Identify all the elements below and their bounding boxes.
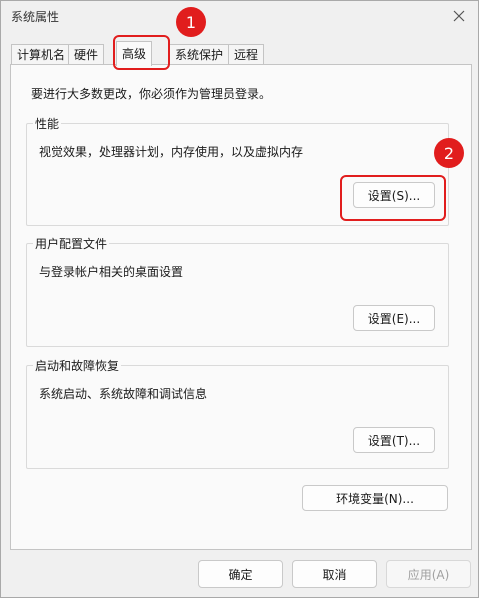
tab-remote[interactable]: 远程 <box>228 44 265 65</box>
performance-description: 视觉效果，处理器计划，内存使用，以及虚拟内存 <box>39 145 304 159</box>
cancel-button[interactable]: 取消 <box>292 560 377 588</box>
tab-advanced[interactable]: 高级 <box>116 41 153 66</box>
advanced-tab-panel: 要进行大多数更改，你必须作为管理员登录。 性能 视觉效果，处理器计划，内存使用，… <box>10 64 472 550</box>
performance-group-title: 性能 <box>33 115 62 132</box>
tab-system-protection[interactable]: 系统保护 <box>169 44 230 65</box>
startup-recovery-group-title: 启动和故障恢复 <box>33 357 122 374</box>
user-profiles-group: 用户配置文件 与登录帐户相关的桌面设置 设置(E)... <box>26 235 449 347</box>
user-profiles-settings-button[interactable]: 设置(E)... <box>353 305 435 331</box>
startup-recovery-settings-button[interactable]: 设置(T)... <box>353 427 435 453</box>
step-2-callout: 2 <box>434 138 464 168</box>
user-profiles-description: 与登录帐户相关的桌面设置 <box>39 265 184 279</box>
system-properties-dialog: 系统属性 计算机名 硬件 高级 系统保护 远程 要进行大多数更改，你必须作为管理… <box>0 0 479 598</box>
close-button[interactable] <box>448 5 470 27</box>
startup-recovery-group: 启动和故障恢复 系统启动、系统故障和调试信息 设置(T)... <box>26 357 449 469</box>
tab-hardware[interactable]: 硬件 <box>68 44 105 65</box>
startup-recovery-description: 系统启动、系统故障和调试信息 <box>39 387 208 401</box>
performance-group: 性能 视觉效果，处理器计划，内存使用，以及虚拟内存 设置(S)... <box>26 115 449 226</box>
admin-note: 要进行大多数更改，你必须作为管理员登录。 <box>31 87 272 101</box>
environment-variables-button[interactable]: 环境变量(N)... <box>302 485 448 511</box>
title-bar: 系统属性 <box>1 1 478 31</box>
performance-settings-button[interactable]: 设置(S)... <box>353 182 435 208</box>
window-title: 系统属性 <box>11 10 60 24</box>
tab-strip: 计算机名 硬件 高级 系统保护 远程 <box>11 41 471 66</box>
apply-button[interactable]: 应用(A) <box>386 560 471 588</box>
user-profiles-group-title: 用户配置文件 <box>33 235 110 252</box>
tab-computer-name[interactable]: 计算机名 <box>11 44 72 65</box>
close-icon <box>453 10 465 22</box>
step-1-callout: 1 <box>176 7 206 37</box>
ok-button[interactable]: 确定 <box>198 560 283 588</box>
